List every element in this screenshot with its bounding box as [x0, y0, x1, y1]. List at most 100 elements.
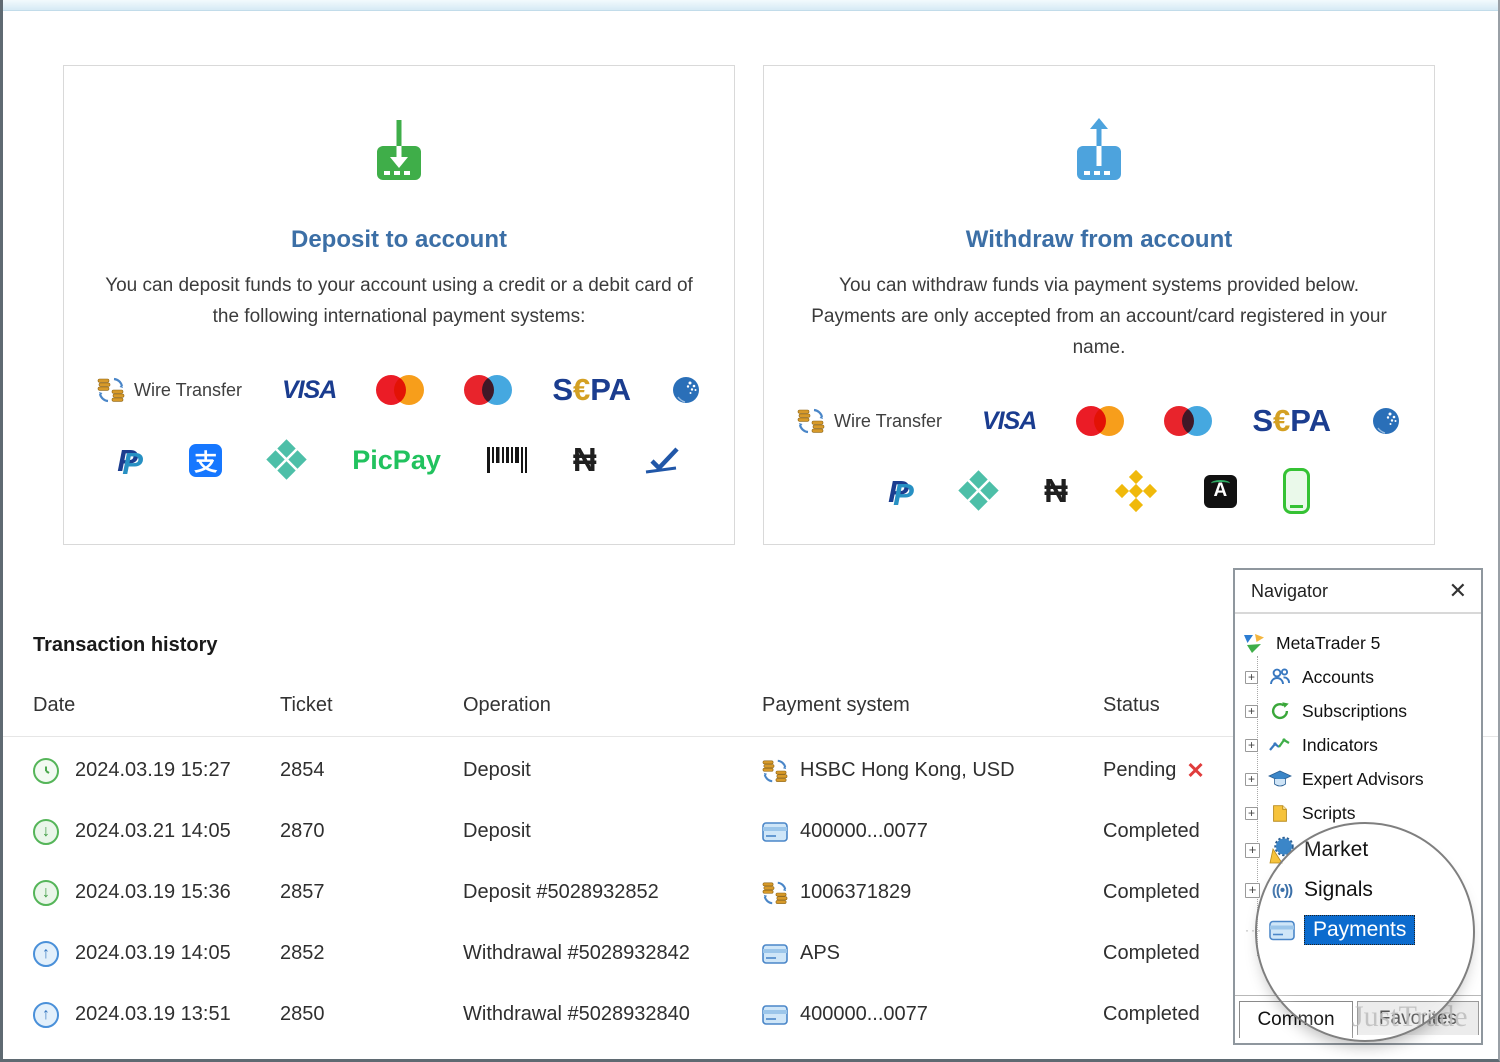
tree-item-label: Scripts — [1302, 803, 1355, 824]
withdrawal-arrow-icon: ↑ — [33, 941, 59, 967]
tab-favorites[interactable]: Favorites — [1357, 1001, 1479, 1035]
tree-item-market[interactable]: + Market — [1235, 830, 1481, 870]
column-header-date: Date — [33, 694, 280, 717]
cell-operation: Withdrawal #5028932840 — [463, 1003, 762, 1026]
accounts-icon — [1267, 666, 1293, 688]
binance-icon — [1114, 469, 1158, 513]
cell-date: 2024.03.19 15:27 — [75, 759, 280, 782]
wire-transfer-label: Wire Transfer — [834, 411, 942, 432]
payments-card-icon — [1269, 919, 1295, 942]
bank-card-icon — [762, 944, 788, 964]
cell-payment-system: 400000...0077 — [800, 1003, 928, 1026]
cell-payment-system: APS — [800, 942, 840, 965]
tree-item-label: Market — [1304, 838, 1368, 862]
status-text: Pending — [1103, 759, 1176, 782]
expand-plus-icon[interactable]: + — [1245, 807, 1258, 820]
close-icon[interactable]: ✕ — [1449, 580, 1467, 602]
navigator-title: Navigator — [1251, 581, 1328, 602]
withdraw-methods-row1: Wire Transfer VISA S€PA — [797, 395, 1401, 447]
tree-item-expert-advisors[interactable]: + Expert Advisors — [1235, 762, 1481, 796]
wire-transfer-icon — [97, 376, 125, 404]
cell-date: 2024.03.19 14:05 — [75, 942, 280, 965]
navigator-panel: Navigator ✕ MetaTrader 5 + Acco — [1233, 568, 1483, 1045]
tree-item-payments[interactable]: ··· Payments — [1235, 910, 1481, 950]
status-text: Completed — [1103, 942, 1200, 965]
wire-transfer-logo: Wire Transfer — [97, 376, 242, 404]
tree-item-label: Accounts — [1302, 667, 1374, 688]
naira-icon: ₦ — [573, 441, 597, 479]
deposit-methods-row2: PP 支 PicPay ₦ — [117, 434, 680, 486]
cell-payment-system: 1006371829 — [800, 881, 911, 904]
tree-item-subscriptions[interactable]: + Subscriptions — [1235, 694, 1481, 728]
deposit-title: Deposit to account — [291, 226, 507, 254]
tab-common[interactable]: Common — [1239, 1001, 1353, 1038]
cell-date: 2024.03.19 13:51 — [75, 1003, 280, 1026]
deposit-panel: Deposit to account You can deposit funds… — [63, 65, 735, 545]
tree-item-label: MetaTrader 5 — [1276, 633, 1380, 654]
window-top-strip — [0, 0, 1500, 11]
deposit-description: You can deposit funds to your account us… — [64, 270, 734, 332]
tree-item-label: Signals — [1304, 878, 1373, 902]
withdraw-title: Withdraw from account — [966, 226, 1232, 254]
column-header-payment-system: Payment system — [762, 694, 1103, 717]
cell-payment-system: 400000...0077 — [800, 820, 928, 843]
column-header-ticket: Ticket — [280, 694, 463, 717]
tree-item-accounts[interactable]: + Accounts — [1235, 660, 1481, 694]
tree-item-label-selected: Payments — [1304, 915, 1415, 945]
tree-item-scripts[interactable]: + Scripts — [1235, 796, 1481, 830]
cell-ticket: 2857 — [280, 881, 463, 904]
column-header-operation: Operation — [463, 694, 762, 717]
tree-dots: ··· — [1245, 923, 1263, 937]
tree-item-label: Indicators — [1302, 735, 1378, 756]
tree-item-signals[interactable]: + ((•)) Signals — [1235, 870, 1481, 910]
cell-ticket: 2852 — [280, 942, 463, 965]
cell-ticket: 2870 — [280, 820, 463, 843]
expert-advisors-icon — [1267, 768, 1293, 790]
subscriptions-icon — [1267, 700, 1293, 722]
cell-ticket: 2854 — [280, 759, 463, 782]
scripts-icon — [1267, 802, 1293, 824]
transaction-history-title: Transaction history — [33, 634, 218, 657]
expand-plus-icon[interactable]: + — [1245, 705, 1258, 718]
sepa-logo: S€PA — [1252, 403, 1331, 439]
tree-item-label: Expert Advisors — [1302, 769, 1424, 790]
expand-plus-icon[interactable]: + — [1245, 671, 1258, 684]
cell-date: 2024.03.19 15:36 — [75, 881, 280, 904]
status-text: Completed — [1103, 1003, 1200, 1026]
market-icon — [1269, 836, 1295, 864]
sepa-logo: S€PA — [552, 372, 631, 408]
withdrawal-arrow-icon: ↑ — [33, 1002, 59, 1028]
indicators-icon — [1267, 735, 1293, 755]
cancel-x-icon[interactable]: ✕ — [1186, 758, 1204, 784]
paypal-icon: PP — [888, 474, 914, 508]
expand-plus-icon[interactable]: + — [1245, 739, 1258, 752]
expand-plus-icon[interactable]: + — [1245, 843, 1260, 858]
cell-operation: Deposit — [463, 820, 762, 843]
alipay-icon: 支 — [189, 444, 222, 477]
mobile-phone-icon — [1283, 468, 1310, 514]
cell-operation: Deposit — [463, 759, 762, 782]
wire-transfer-logo: Wire Transfer — [797, 407, 942, 435]
mastercard-logo — [376, 375, 424, 405]
deposit-card-icon — [361, 116, 437, 188]
cell-payment-system: HSBC Hong Kong, USD — [800, 759, 1015, 782]
tree-item-indicators[interactable]: + Indicators — [1235, 728, 1481, 762]
naira-icon: ₦ — [1044, 472, 1068, 510]
navigator-titlebar: Navigator ✕ — [1235, 570, 1481, 614]
crypto-diamond-icon — [268, 441, 306, 479]
paypal-icon: PP — [117, 443, 143, 477]
tree-item-label: Subscriptions — [1302, 701, 1407, 722]
deposit-methods-row1: Wire Transfer VISA S€PA — [97, 364, 701, 416]
withdraw-methods-row2: PP ₦ A — [888, 465, 1310, 517]
visa-logo: VISA — [282, 376, 336, 405]
webmoney-icon — [1371, 406, 1401, 436]
withdraw-panel: Withdraw from account You can withdraw f… — [763, 65, 1435, 545]
cell-operation: Withdrawal #5028932842 — [463, 942, 762, 965]
expand-plus-icon[interactable]: + — [1245, 773, 1258, 786]
advcash-icon: A — [1204, 475, 1237, 508]
wire-transfer-icon — [762, 880, 788, 906]
expand-plus-icon[interactable]: + — [1245, 883, 1260, 898]
navigator-tabs: Favorites Common — [1235, 995, 1481, 1043]
deposit-arrow-icon: ↓ — [33, 819, 59, 845]
tree-item-metatrader5[interactable]: MetaTrader 5 — [1235, 626, 1481, 660]
